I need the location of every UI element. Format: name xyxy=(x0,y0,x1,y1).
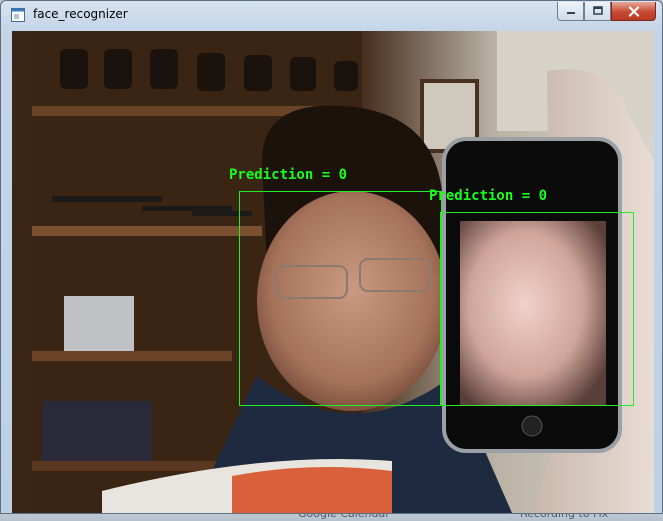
minimize-icon xyxy=(566,12,575,14)
window-controls xyxy=(557,2,656,22)
window-title: face_recognizer xyxy=(33,7,128,21)
close-icon xyxy=(628,5,639,17)
app-window-icon xyxy=(11,8,25,22)
camera-frame: Prediction = 0 Prediction = 0 xyxy=(12,31,654,513)
title-bar[interactable]: face_recognizer xyxy=(1,1,662,30)
maximize-button[interactable] xyxy=(584,2,611,21)
prediction-label-1: Prediction = 0 xyxy=(229,167,348,183)
minimize-button[interactable] xyxy=(557,2,584,21)
prediction-label-2: Prediction = 0 xyxy=(429,188,548,204)
face-detection-box-1 xyxy=(239,191,442,406)
maximize-icon xyxy=(592,6,603,15)
face-detection-box-2 xyxy=(440,212,634,406)
face-recognizer-window: face_recognizer Prediction = 0 Predictio… xyxy=(0,0,663,514)
close-button[interactable] xyxy=(611,2,656,21)
